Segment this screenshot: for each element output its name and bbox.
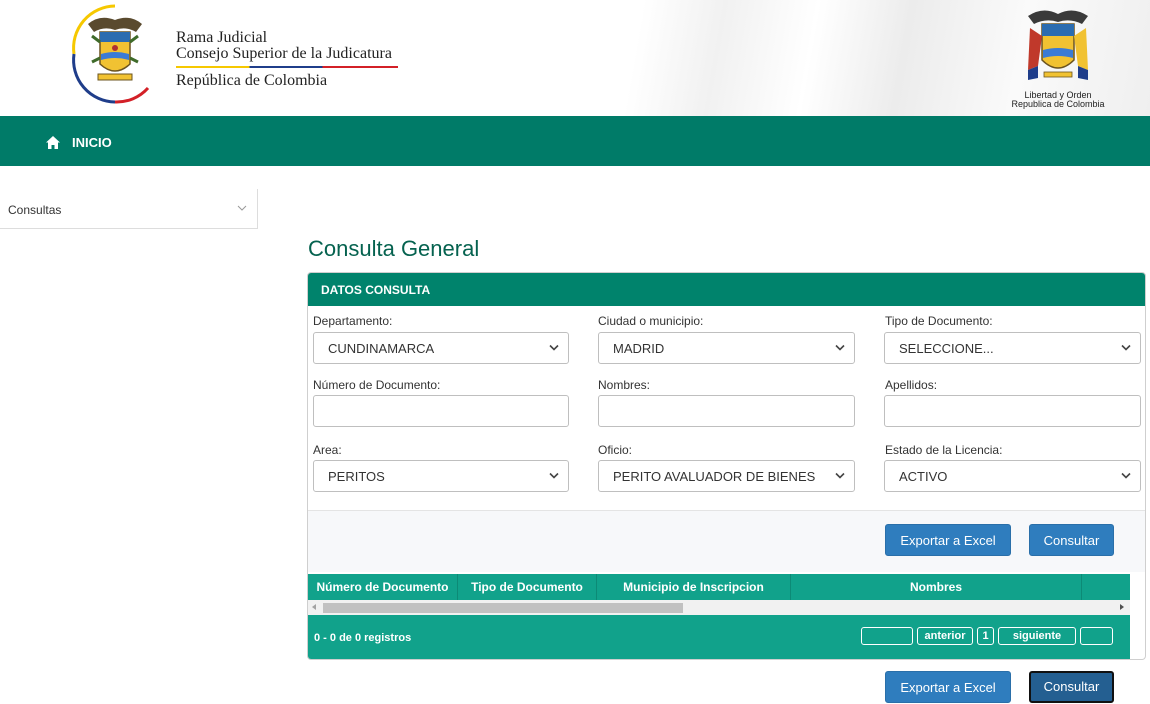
area-select[interactable]: PERITOS: [313, 460, 569, 492]
consult-button[interactable]: Consultar: [1029, 524, 1114, 556]
column-header-empty: [1082, 574, 1130, 600]
ciudad-label: Ciudad o municipio:: [598, 314, 704, 328]
coat-caption-line2: Republica de Colombia: [1011, 99, 1105, 109]
departamento-label: Departamento:: [313, 314, 393, 328]
consult-button-bottom[interactable]: Consultar: [1029, 671, 1114, 703]
org-name: Rama Judicial: [176, 29, 268, 46]
oficio-label: Oficio:: [598, 443, 633, 457]
home-icon: [46, 135, 60, 149]
scrollbar-thumb[interactable]: [323, 603, 683, 613]
query-panel: DATOS CONSULTA Departamento: CUNDINAMARC…: [307, 272, 1146, 703]
column-header[interactable]: Nombres: [791, 574, 1082, 600]
chevron-down-icon: [835, 344, 845, 351]
page-title: Consulta General: [308, 236, 480, 261]
organization-brand: Rama Judicial Consejo Superior de la Jud…: [176, 30, 398, 90]
scroll-right-arrow-icon[interactable]: [1120, 604, 1124, 610]
pager-prev-button[interactable]: anterior: [917, 627, 973, 645]
site-header: Rama Judicial Consejo Superior de la Jud…: [0, 0, 1150, 116]
main-nav: INICIO: [0, 116, 1150, 166]
pager-current-page[interactable]: 1: [977, 627, 994, 645]
chevron-down-icon: [549, 472, 559, 479]
tipo-doc-select[interactable]: SELECCIONE...: [884, 332, 1141, 364]
area-label: Area:: [313, 443, 342, 457]
numero-doc-input[interactable]: [313, 395, 569, 427]
records-count: 0 - 0 de 0 registros: [314, 632, 412, 644]
export-excel-button[interactable]: Exportar a Excel: [885, 524, 1011, 556]
pager-first-button[interactable]: [861, 627, 913, 645]
results-grid-header: Número de Documento Tipo de Documento Mu…: [308, 574, 1130, 600]
horizontal-scrollbar[interactable]: [308, 600, 1130, 615]
chevron-down-icon: [835, 472, 845, 479]
estado-select[interactable]: ACTIVO: [884, 460, 1141, 492]
coat-caption: Libertad y Orden Republica de Colombia: [1004, 91, 1112, 109]
estado-label: Estado de la Licencia:: [885, 443, 1003, 457]
action-bar: Exportar a Excel Consultar: [308, 510, 1145, 572]
nombres-label: Nombres:: [598, 378, 651, 392]
estado-value: ACTIVO: [899, 469, 948, 484]
apellidos-input[interactable]: [884, 395, 1141, 427]
ciudad-value: MADRID: [613, 341, 665, 356]
oficio-value: PERITO AVALUADOR DE BIENES: [613, 469, 816, 484]
results-grid-footer: 0 - 0 de 0 registros anterior 1 siguient…: [308, 615, 1130, 659]
column-header[interactable]: Número de Documento: [308, 574, 458, 600]
tricolor-rule: [176, 66, 398, 68]
pager: anterior 1 siguiente: [861, 627, 1113, 645]
nombres-input[interactable]: [598, 395, 855, 427]
pager-last-button[interactable]: [1080, 627, 1113, 645]
nav-home-link[interactable]: INICIO: [46, 132, 128, 152]
sidebar-item-label: Consultas: [8, 203, 62, 217]
apellidos-label: Apellidos:: [885, 378, 938, 392]
chevron-down-icon: [549, 344, 559, 351]
ciudad-select[interactable]: MADRID: [598, 332, 855, 364]
judicial-seal-logo: [72, 4, 150, 104]
chevron-down-icon: [1121, 344, 1131, 351]
area-value: PERITOS: [328, 469, 385, 484]
bottom-action-bar: Exportar a Excel Consultar: [308, 661, 1145, 703]
column-header[interactable]: Tipo de Documento: [458, 574, 597, 600]
pager-next-button[interactable]: siguiente: [998, 627, 1076, 645]
org-country: República de Colombia: [176, 72, 328, 89]
sidebar-item-consultas[interactable]: Consultas: [0, 189, 258, 229]
export-excel-button-bottom[interactable]: Exportar a Excel: [885, 671, 1011, 703]
coat-of-arms-logo: [1028, 10, 1088, 80]
tipo-doc-label: Tipo de Documento:: [885, 314, 993, 328]
org-subtitle: Consejo Superior de la Judicatura: [176, 45, 392, 62]
panel-header: DATOS CONSULTA: [308, 273, 1145, 306]
departamento-select[interactable]: CUNDINAMARCA: [313, 332, 569, 364]
scroll-left-arrow-icon[interactable]: [312, 604, 316, 610]
column-header[interactable]: Municipio de Inscripcion: [597, 574, 791, 600]
chevron-down-icon: [1121, 472, 1131, 479]
panel-title: DATOS CONSULTA: [321, 283, 431, 297]
oficio-select[interactable]: PERITO AVALUADOR DE BIENES: [598, 460, 855, 492]
numero-doc-label: Número de Documento:: [313, 378, 441, 392]
tipo-doc-value: SELECCIONE...: [899, 341, 994, 356]
departamento-value: CUNDINAMARCA: [328, 341, 435, 356]
nav-home-label: INICIO: [72, 134, 112, 150]
chevron-down-icon: [237, 205, 247, 211]
